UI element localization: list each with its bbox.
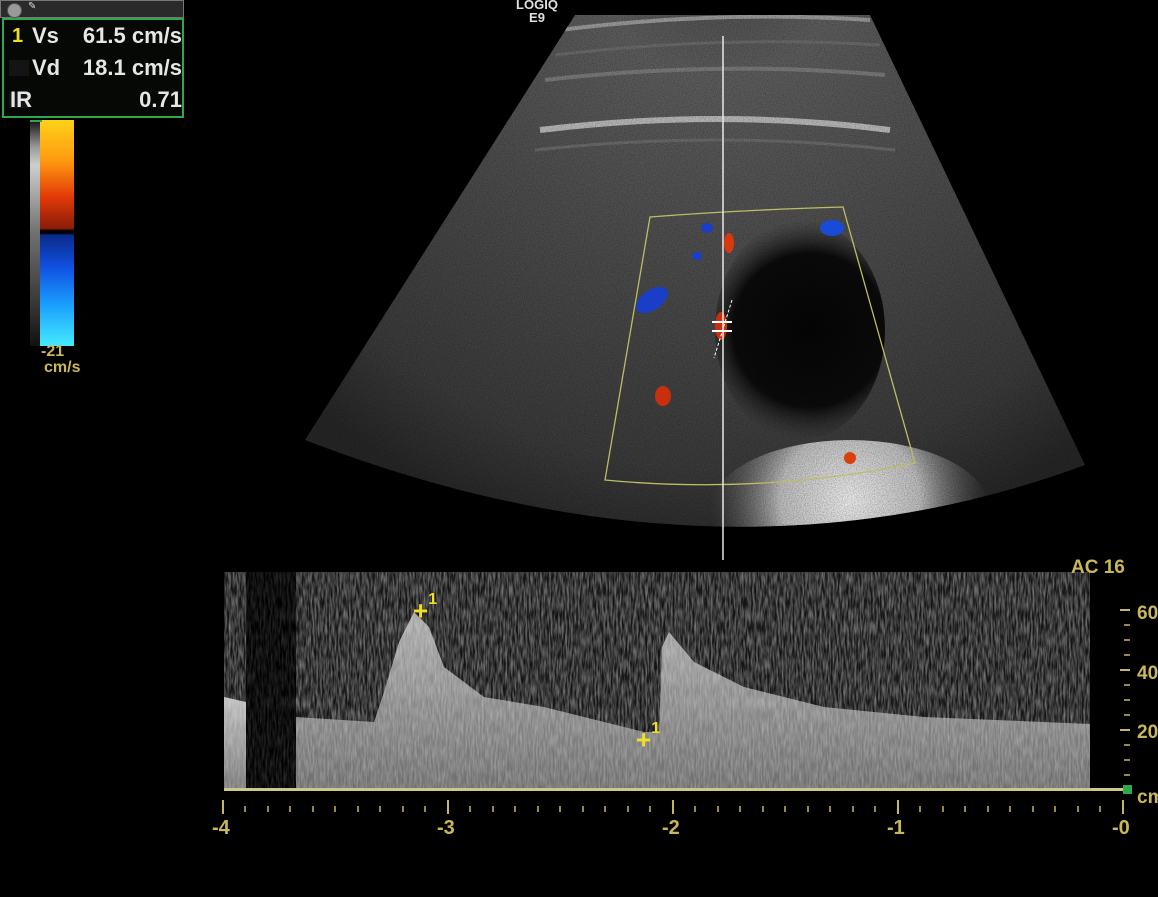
measurement-label: Vd — [32, 55, 61, 80]
measurement-row-ir: IR 0.71 — [6, 86, 182, 114]
baseline-marker — [30, 120, 42, 122]
measurement-index: 1 — [12, 25, 24, 47]
velocity-tick-40: 40 — [1137, 663, 1158, 684]
cursor-index: 1 — [428, 591, 438, 608]
velocity-tick-60: 60 — [1137, 603, 1158, 624]
time-tick: -2 — [662, 817, 680, 839]
time-tick: -0 — [1112, 817, 1130, 839]
measurement-label: Vs — [32, 23, 59, 48]
cursor-index: 1 — [651, 720, 661, 737]
spectral-doppler-trace — [224, 572, 1090, 790]
measurement-header[interactable]: ✎ — [0, 0, 184, 18]
time-tick: -1 — [887, 817, 905, 839]
measurement-label: IR — [10, 87, 32, 112]
acoustic-output-label: AC 16 — [1071, 557, 1125, 578]
caliper-cursor-systolic[interactable]: +1 — [413, 591, 438, 624]
spectral-baseline — [224, 788, 1130, 791]
measurement-value: 61.5 cm/s — [82, 23, 182, 48]
brand-version: E9 — [529, 10, 545, 25]
color-velocity-scale — [40, 120, 74, 346]
velocity-axis — [1120, 609, 1130, 776]
time-tick: -3 — [437, 817, 455, 839]
caliper-cursor-diastolic[interactable]: +1 — [636, 720, 661, 753]
measurement-row-vs: 1 Vs 61.5 cm/s — [6, 22, 182, 50]
caliper-icon[interactable]: ✎ — [28, 1, 36, 12]
measurement-panel: 1 Vs 61.5 cm/s Vd 18.1 cm/s IR 0.71 — [2, 18, 184, 118]
velocity-tick-20: 20 — [1137, 722, 1158, 743]
measurement-value: 18.1 cm/s — [82, 55, 182, 80]
measurement-row-vd: Vd 18.1 cm/s — [6, 54, 182, 82]
record-icon[interactable] — [7, 3, 22, 18]
color-scale-unit: cm/s — [44, 359, 81, 376]
grayscale-bar — [30, 120, 40, 346]
velocity-unit: cm — [1137, 787, 1158, 808]
brand-label: LOGIQ E9 — [497, 0, 577, 24]
ultrasound-screen: LOGIQ E9 ✎ 1 Vs 61.5 cm/s Vd 18.1 cm/s I… — [0, 0, 1158, 897]
measurement-value: 0.71 — [139, 87, 182, 112]
time-tick: -4 — [212, 817, 230, 839]
